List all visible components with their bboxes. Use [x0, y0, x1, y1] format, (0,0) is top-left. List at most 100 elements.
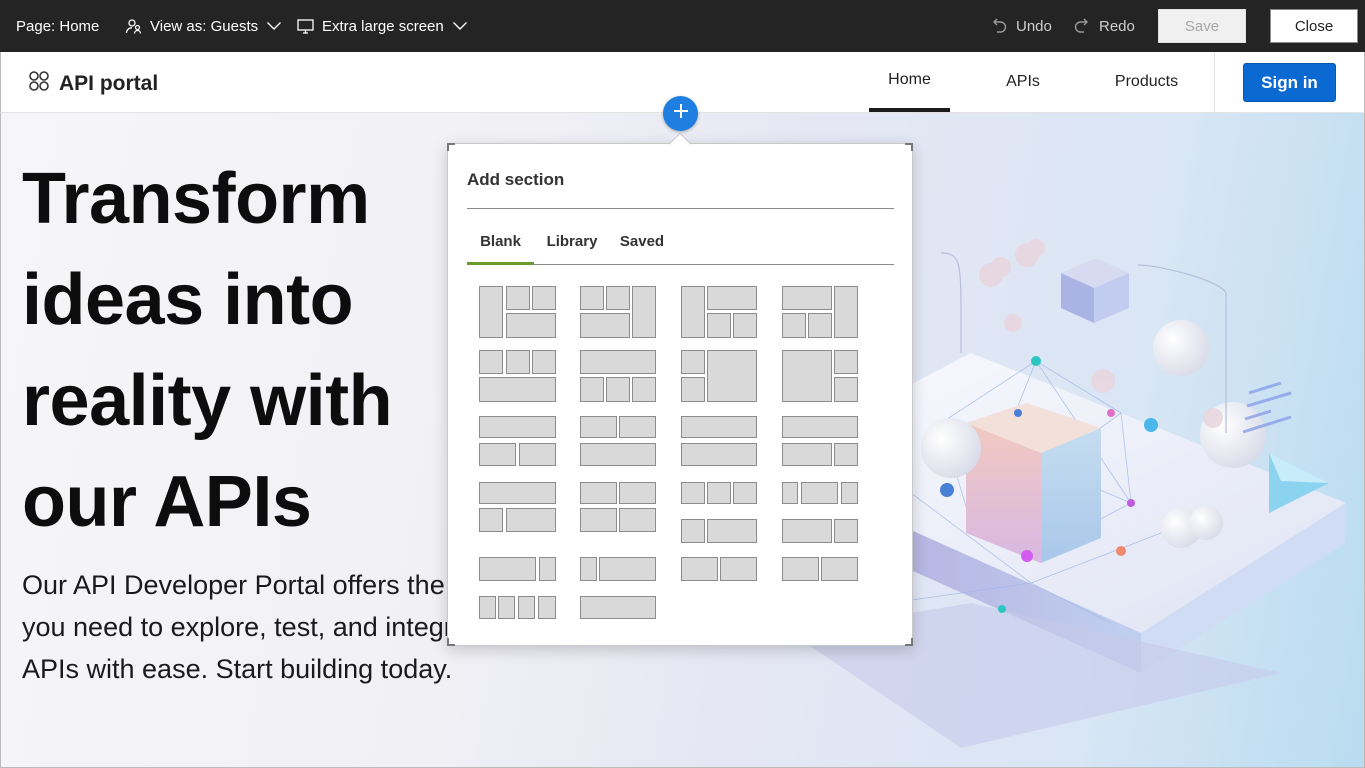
- layout-block: [782, 443, 832, 466]
- user-group-icon: [125, 18, 142, 35]
- layout-block: [834, 377, 858, 402]
- layout-block: [619, 416, 656, 438]
- layout-block: [681, 443, 757, 466]
- layout-block: [619, 482, 656, 504]
- section-layout-option[interactable]: [479, 557, 557, 581]
- layout-block: [733, 313, 757, 338]
- layout-block: [518, 596, 535, 619]
- layout-block: [782, 557, 819, 581]
- section-layout-option[interactable]: [681, 482, 759, 543]
- section-layout-option[interactable]: [580, 557, 658, 581]
- layout-block: [681, 350, 705, 374]
- redo-label: Redo: [1099, 17, 1135, 35]
- layout-block: [532, 286, 556, 310]
- layout-block: [479, 416, 556, 438]
- layout-block: [707, 313, 731, 338]
- layout-block: [498, 596, 515, 619]
- section-layout-option[interactable]: [782, 416, 860, 466]
- section-layout-option[interactable]: [479, 350, 557, 402]
- layout-block: [479, 596, 496, 619]
- section-layout-option[interactable]: [580, 416, 658, 466]
- layout-block: [841, 482, 858, 504]
- section-layout-option[interactable]: [782, 482, 860, 543]
- layout-block: [681, 519, 705, 543]
- page-label: Page: Home: [16, 17, 100, 35]
- screen-size-label: Extra large screen: [322, 17, 444, 35]
- page-selector[interactable]: Page: Home: [16, 0, 99, 52]
- redo-icon: [1073, 17, 1091, 35]
- layout-block: [782, 519, 832, 543]
- brand[interactable]: API portal: [27, 69, 158, 99]
- layout-block: [580, 443, 656, 466]
- nav-apis[interactable]: APIs: [991, 52, 1055, 112]
- layout-block: [707, 350, 757, 402]
- layout-block: [538, 596, 556, 619]
- layout-block: [808, 313, 832, 338]
- section-layout-option[interactable]: [681, 286, 759, 338]
- layout-block: [479, 350, 503, 374]
- layout-block: [506, 350, 530, 374]
- section-layout-option[interactable]: [782, 286, 860, 338]
- section-layout-option[interactable]: [681, 557, 759, 581]
- section-layout-option[interactable]: [782, 350, 860, 402]
- layout-block: [681, 557, 718, 581]
- clover-logo-icon: [27, 69, 51, 99]
- section-layout-option[interactable]: [681, 416, 759, 466]
- layout-block: [580, 596, 656, 619]
- layout-block: [834, 443, 858, 466]
- close-button[interactable]: Close: [1270, 9, 1358, 43]
- add-section-popup: Add section Blank Library Saved: [447, 143, 913, 646]
- screen-size-selector[interactable]: Extra large screen: [297, 0, 468, 52]
- redo-button[interactable]: Redo: [1073, 0, 1135, 52]
- layout-block: [681, 416, 757, 438]
- layout-block: [519, 443, 556, 466]
- layout-block: [599, 557, 656, 581]
- layout-block: [580, 286, 604, 310]
- sign-in-button[interactable]: Sign in: [1243, 63, 1336, 102]
- layout-block: [801, 482, 838, 504]
- section-layout-option[interactable]: [479, 286, 557, 338]
- add-section-button[interactable]: [663, 96, 698, 131]
- layout-block: [606, 377, 630, 402]
- layout-block: [681, 377, 705, 402]
- section-layout-option[interactable]: [479, 596, 557, 619]
- layout-block: [506, 286, 530, 310]
- layout-block: [834, 519, 858, 543]
- section-layout-option[interactable]: [580, 482, 658, 532]
- layout-block: [580, 482, 617, 504]
- layout-block: [720, 557, 757, 581]
- layout-block: [580, 416, 617, 438]
- section-layout-option[interactable]: [580, 286, 658, 338]
- layout-block: [782, 350, 832, 402]
- nav-home[interactable]: Home: [869, 52, 950, 112]
- hero-title: Transform ideas into reality with our AP…: [22, 159, 393, 542]
- layout-block: [580, 377, 604, 402]
- layout-grid: [448, 144, 914, 647]
- layout-block: [834, 350, 858, 374]
- layout-block: [707, 519, 757, 543]
- layout-block: [479, 286, 503, 338]
- undo-button[interactable]: Undo: [990, 0, 1052, 52]
- plus-icon: [673, 103, 689, 124]
- section-layout-option[interactable]: [479, 482, 557, 532]
- section-layout-option[interactable]: [479, 416, 557, 466]
- view-as-label: View as: Guests: [150, 17, 259, 35]
- layout-block: [632, 377, 656, 402]
- layout-block: [782, 482, 798, 504]
- section-layout-option[interactable]: [580, 350, 658, 402]
- layout-block: [539, 557, 556, 581]
- section-layout-option[interactable]: [782, 557, 860, 581]
- section-layout-option[interactable]: [580, 596, 658, 619]
- layout-block: [707, 286, 757, 310]
- layout-block: [632, 286, 656, 338]
- undo-label: Undo: [1016, 17, 1052, 35]
- layout-block: [733, 482, 757, 504]
- save-button[interactable]: Save: [1158, 9, 1246, 43]
- layout-block: [580, 508, 617, 532]
- layout-block: [506, 508, 556, 532]
- view-as-selector[interactable]: View as: Guests: [125, 0, 282, 52]
- layout-block: [580, 313, 630, 338]
- section-layout-option[interactable]: [681, 350, 759, 402]
- editor-toolbar: Page: Home View as: Guests Extra large s…: [0, 0, 1365, 52]
- nav-products[interactable]: Products: [1099, 52, 1194, 112]
